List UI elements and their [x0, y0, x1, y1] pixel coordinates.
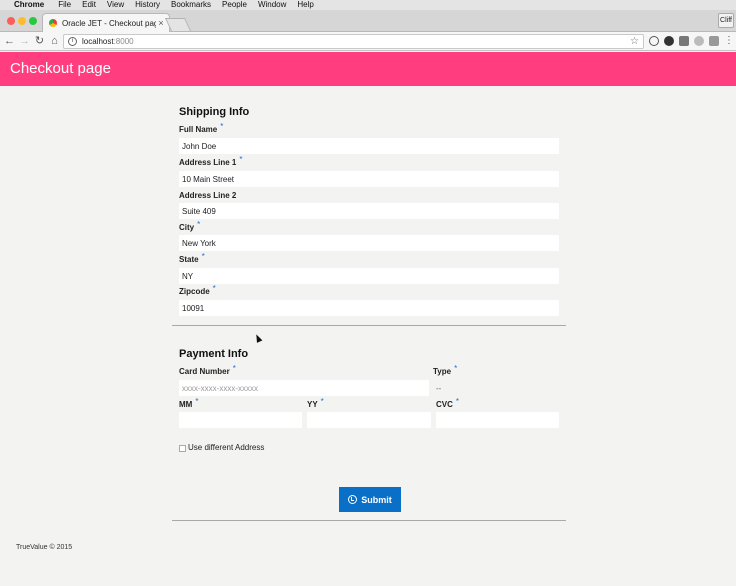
- url-text: localhost:8000: [82, 37, 134, 46]
- section-divider: [172, 325, 566, 326]
- card-number-label: Card Number *: [179, 364, 236, 376]
- city-field[interactable]: [179, 235, 559, 251]
- use-different-address-label[interactable]: Use different Address: [188, 443, 264, 452]
- mm-label: MM *: [179, 397, 199, 409]
- close-window-icon[interactable]: [7, 17, 15, 25]
- submit-label: Submit: [361, 494, 392, 505]
- required-marker: *: [212, 284, 216, 293]
- address-line-2-label: Address Line 2: [179, 191, 237, 200]
- address-line-1-label: Address Line 1 *: [179, 155, 243, 167]
- card-type-value[interactable]: --: [436, 384, 441, 393]
- chrome-menu-icon[interactable]: ⋮: [724, 35, 734, 47]
- tab-close-icon[interactable]: ×: [156, 18, 166, 28]
- extension-info-icon[interactable]: [649, 36, 659, 46]
- state-label: State *: [179, 252, 205, 264]
- full-name-field[interactable]: [179, 138, 559, 154]
- reload-icon[interactable]: ↻: [33, 34, 46, 48]
- yy-label: YY *: [307, 397, 324, 409]
- cvc-label: CVC *: [436, 397, 460, 409]
- bookmark-star-icon[interactable]: ☆: [630, 36, 639, 47]
- menu-edit[interactable]: Edit: [82, 0, 96, 10]
- city-label: City *: [179, 220, 201, 232]
- required-marker: *: [455, 397, 460, 406]
- menu-file[interactable]: File: [58, 0, 71, 10]
- app-header: Checkout page: [0, 52, 736, 86]
- menu-history[interactable]: History: [135, 0, 160, 10]
- required-marker: *: [232, 364, 236, 373]
- required-marker: *: [195, 397, 199, 406]
- site-info-icon[interactable]: i: [68, 37, 77, 46]
- tab-title: Oracle JET - Checkout page: [62, 18, 156, 28]
- zipcode-label: Zipcode *: [179, 284, 216, 296]
- home-icon[interactable]: ⌂: [48, 34, 61, 48]
- required-marker: *: [220, 122, 224, 131]
- extension-dark-circle-icon[interactable]: [664, 36, 674, 46]
- use-different-address-checkbox[interactable]: [179, 445, 186, 452]
- required-marker: *: [197, 220, 201, 229]
- yy-field[interactable]: [307, 412, 431, 428]
- required-marker: *: [201, 252, 205, 261]
- footer-copyright: TrueValue © 2015: [16, 544, 73, 551]
- mac-menu-bar: Chrome File Edit View History Bookmarks …: [0, 0, 736, 10]
- browser-toolbar: ← → ↻ ⌂ i localhost:8000 ☆ ⋮: [0, 32, 736, 51]
- extension-square-icon[interactable]: [679, 36, 689, 46]
- chrome-favicon-icon: [49, 19, 57, 27]
- apple-icon[interactable]: [0, 0, 10, 10]
- menu-help[interactable]: Help: [297, 0, 313, 10]
- menu-people[interactable]: People: [222, 0, 247, 10]
- payment-info-heading: Payment Info: [179, 348, 249, 360]
- menu-bookmarks[interactable]: Bookmarks: [171, 0, 211, 10]
- extension-grey-circle-icon[interactable]: [694, 36, 704, 46]
- menu-window[interactable]: Window: [258, 0, 286, 10]
- profile-button[interactable]: Cliff: [718, 13, 734, 28]
- required-marker: *: [239, 155, 243, 164]
- clock-icon: [348, 495, 358, 504]
- submit-button[interactable]: Submit: [339, 487, 401, 512]
- maximize-window-icon[interactable]: [29, 17, 37, 25]
- menu-app-name[interactable]: Chrome: [14, 0, 44, 10]
- bottom-divider: [172, 520, 566, 521]
- menu-view[interactable]: View: [107, 0, 124, 10]
- full-name-label: Full Name *: [179, 122, 224, 134]
- zipcode-field[interactable]: [179, 300, 559, 316]
- address-line-2-field[interactable]: [179, 203, 559, 219]
- forward-arrow-icon[interactable]: →: [18, 34, 31, 48]
- tab-checkout-page[interactable]: Oracle JET - Checkout page ×: [42, 13, 170, 32]
- checkout-form: Shipping Info Full Name* Address Line 1*…: [172, 96, 566, 522]
- minimize-window-icon[interactable]: [18, 17, 26, 25]
- browser-tab-strip: Oracle JET - Checkout page × Cliff: [0, 10, 736, 32]
- type-label: Type *: [433, 364, 458, 376]
- page-title: Checkout page: [10, 60, 111, 77]
- mm-field[interactable]: [179, 412, 302, 428]
- address-line-1-field[interactable]: [179, 171, 559, 187]
- required-marker: *: [454, 364, 458, 373]
- card-number-field[interactable]: [179, 380, 429, 396]
- cvc-field[interactable]: [436, 412, 559, 428]
- extension-k-icon[interactable]: [709, 36, 719, 46]
- state-field[interactable]: [179, 268, 559, 284]
- shipping-info-heading: Shipping Info: [179, 106, 250, 118]
- required-marker: *: [320, 397, 324, 406]
- back-arrow-icon[interactable]: ←: [3, 34, 16, 48]
- address-bar[interactable]: i localhost:8000 ☆: [63, 34, 644, 49]
